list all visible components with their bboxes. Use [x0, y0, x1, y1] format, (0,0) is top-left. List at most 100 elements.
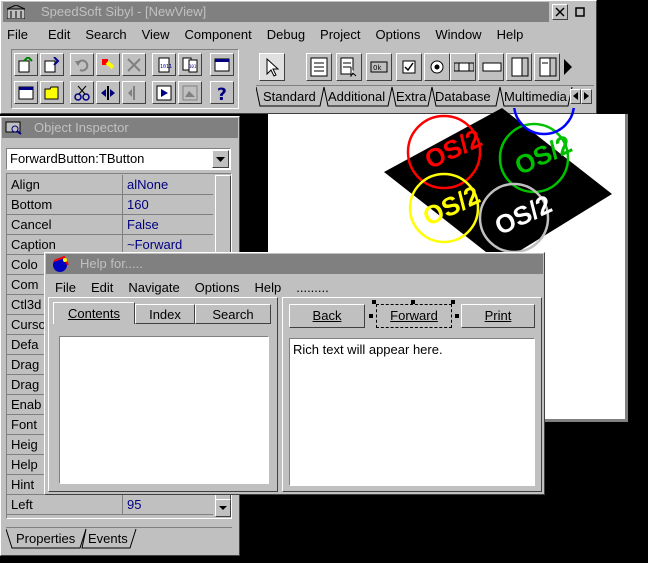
- selection-handle-top-mid[interactable]: [411, 300, 415, 304]
- window-button[interactable]: [210, 53, 234, 76]
- panel-icon: [482, 62, 502, 72]
- menu-window[interactable]: Window: [435, 27, 481, 42]
- property-row[interactable]: Cancel False: [7, 215, 213, 235]
- tool-button[interactable]: [122, 53, 146, 76]
- menu-edit[interactable]: Edit: [48, 27, 70, 42]
- property-row[interactable]: Left 95: [7, 495, 213, 515]
- object-selector-combo[interactable]: ForwardButton:TButton: [6, 148, 231, 170]
- selection-handle-top-right[interactable]: [451, 300, 455, 304]
- step-icon: [101, 86, 115, 100]
- palette-scroll-right[interactable]: [562, 57, 574, 77]
- menu-debug[interactable]: Debug: [267, 27, 305, 42]
- chevron-right-icon: [564, 59, 572, 75]
- help-menu-extra[interactable]: .........: [296, 280, 329, 295]
- help-tab-index[interactable]: Index: [135, 304, 195, 324]
- help-titlebar[interactable]: Help for.....: [46, 254, 543, 274]
- inspector-title-text: Object Inspector: [34, 120, 129, 135]
- property-grid-scroll-down[interactable]: [215, 499, 231, 517]
- sibyl-restore-button[interactable]: [574, 6, 586, 18]
- help-button[interactable]: ?: [210, 81, 234, 104]
- open-project-button[interactable]: [14, 53, 38, 76]
- property-value[interactable]: 95: [127, 497, 141, 512]
- palette-tscrollbar[interactable]: [450, 53, 476, 81]
- palette-tpanel[interactable]: [478, 53, 504, 81]
- palette-pointer[interactable]: [259, 53, 285, 81]
- build-button[interactable]: 101: [178, 53, 202, 76]
- palette-tcheckbox[interactable]: [396, 53, 422, 81]
- menu-search[interactable]: Search: [85, 27, 126, 42]
- palette-tabs: Standard Additional Extra Database Multi…: [256, 85, 594, 108]
- rich-text-view[interactable]: Rich text will appear here.: [289, 338, 535, 486]
- tab-events[interactable]: Events: [88, 531, 128, 546]
- sibyl-title-text: SpeedSoft Sibyl - [NewView]: [41, 4, 207, 19]
- palette-tab-extra[interactable]: Extra: [396, 89, 426, 104]
- menu-help[interactable]: Help: [497, 27, 524, 42]
- object-selector-dropdown[interactable]: [212, 150, 229, 168]
- run-button[interactable]: [152, 81, 176, 104]
- inspector-titlebar[interactable]: Object Inspector: [2, 118, 238, 138]
- menu-view[interactable]: View: [142, 27, 170, 42]
- highlight-button[interactable]: [96, 53, 120, 76]
- inspector-tabs: Properties Events: [6, 527, 232, 550]
- arrow-pointer-icon: [266, 58, 280, 77]
- menu-component[interactable]: Component: [185, 27, 252, 42]
- step-over-button[interactable]: [122, 81, 146, 104]
- property-value[interactable]: alNone: [127, 177, 168, 192]
- palette-tab-scroll-left[interactable]: [570, 89, 581, 104]
- undo-button[interactable]: [70, 53, 94, 76]
- help-contents-tree[interactable]: [59, 336, 269, 484]
- save-project-button[interactable]: [40, 53, 64, 76]
- sibyl-close-button[interactable]: [552, 4, 568, 20]
- help-menu-edit[interactable]: Edit: [91, 280, 113, 295]
- palette-tab-additional[interactable]: Additional: [328, 89, 385, 104]
- property-value[interactable]: False: [127, 217, 159, 232]
- tab-properties[interactable]: Properties: [16, 531, 75, 546]
- help-nav-tabs: Contents Index Search: [53, 302, 273, 326]
- new-form-button[interactable]: [14, 81, 38, 104]
- menu-options[interactable]: Options: [376, 27, 421, 42]
- palette-tab-multimedia[interactable]: Multimedia: [504, 89, 568, 104]
- property-name: Bottom: [11, 197, 53, 212]
- help-forward-button[interactable]: Forward: [376, 304, 452, 328]
- help-back-button[interactable]: Back: [289, 304, 365, 328]
- help-tab-contents[interactable]: Contents: [53, 302, 135, 324]
- help-tab-search[interactable]: Search: [195, 304, 271, 324]
- palette-tab-scroll-right[interactable]: [581, 89, 592, 104]
- menu-file[interactable]: File: [7, 27, 28, 42]
- property-row[interactable]: Align alNone: [7, 175, 213, 195]
- image-button[interactable]: [178, 81, 202, 104]
- open-file-button[interactable]: [40, 81, 64, 104]
- compile-button[interactable]: 1011: [152, 53, 176, 76]
- undo-icon: [75, 59, 89, 72]
- palette-tradiobutton[interactable]: [424, 53, 450, 81]
- property-value[interactable]: 160: [127, 197, 149, 212]
- run-icon: [156, 85, 172, 101]
- palette-tab-database[interactable]: Database: [435, 89, 491, 104]
- help-content-pane: Back Forward Print Rich text will appear…: [282, 297, 542, 492]
- property-divider: [122, 495, 123, 514]
- property-name: Align: [11, 177, 40, 192]
- property-row[interactable]: Bottom 160: [7, 195, 213, 215]
- help-print-button[interactable]: Print: [461, 304, 535, 328]
- help-menu-file[interactable]: File: [55, 280, 76, 295]
- palette-tcombobox[interactable]: [534, 53, 560, 81]
- property-name: Cancel: [11, 217, 52, 232]
- property-value[interactable]: ~Forward: [127, 237, 182, 252]
- selection-handle-right[interactable]: [455, 314, 459, 318]
- selection-handle-left[interactable]: [369, 314, 373, 318]
- palette-tpopupmenu[interactable]: [336, 53, 362, 81]
- palette-tbutton[interactable]: 0k: [366, 53, 392, 81]
- help-menu-options[interactable]: Options: [195, 280, 240, 295]
- selection-handle-top-left[interactable]: [372, 300, 376, 304]
- ok-button-icon: 0k: [370, 61, 388, 73]
- help-menu-navigate[interactable]: Navigate: [128, 280, 179, 295]
- inspector-app-icon: [5, 121, 22, 135]
- palette-tab-standard[interactable]: Standard: [263, 89, 316, 104]
- cut-button[interactable]: [70, 81, 94, 104]
- palette-tlistbox[interactable]: [506, 53, 532, 81]
- palette-tmainmenu[interactable]: [306, 53, 332, 81]
- sibyl-titlebar[interactable]: SpeedSoft Sibyl - [NewView]: [3, 2, 549, 22]
- help-menu-help[interactable]: Help: [254, 280, 281, 295]
- menu-project[interactable]: Project: [320, 27, 360, 42]
- step-into-button[interactable]: [96, 81, 120, 104]
